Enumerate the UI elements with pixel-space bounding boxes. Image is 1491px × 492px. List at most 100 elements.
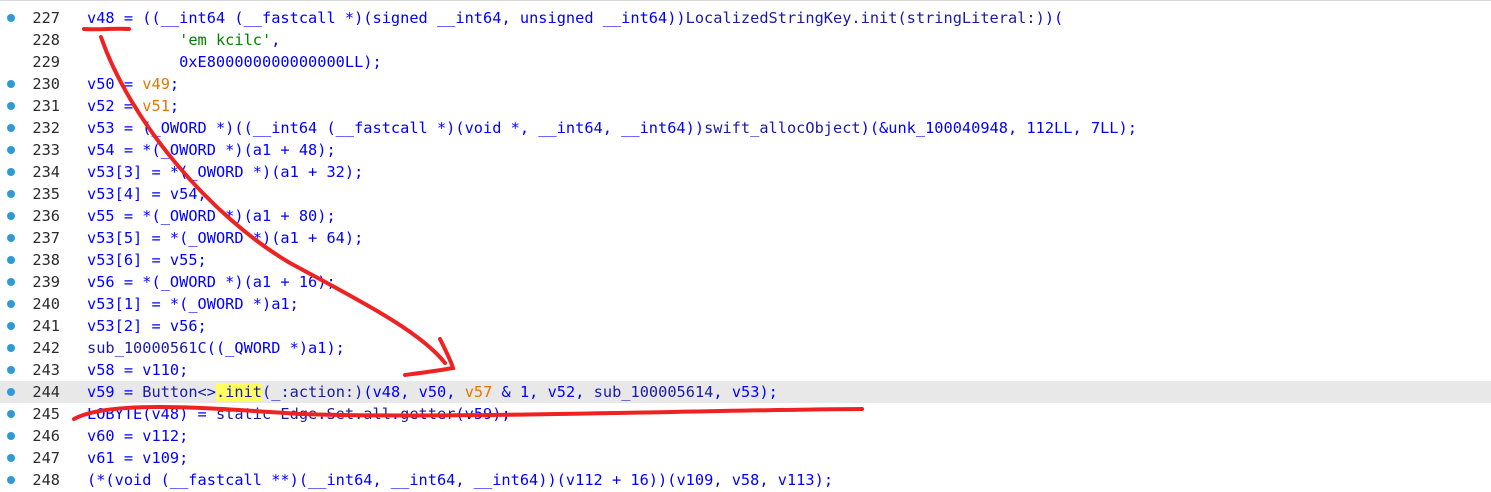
code-token: v50 — [87, 75, 115, 93]
code-token: ); — [326, 339, 345, 357]
code-token: v48 — [87, 9, 115, 27]
code-line[interactable]: 239 v56 = *(_OWORD *)(a1 + 16); — [0, 271, 1491, 293]
code-line[interactable]: 247 v61 = v109; — [0, 447, 1491, 469]
code-line[interactable]: 248 (*(void (__fastcall **)(__int64, __in… — [0, 469, 1491, 491]
code-text[interactable]: v58 = v110; — [87, 359, 188, 381]
code-token: v60 — [87, 427, 115, 445]
line-number: 247 — [32, 449, 60, 467]
breakpoint-dot-icon[interactable] — [7, 432, 15, 440]
code-token: + 64); — [298, 229, 364, 247]
code-line[interactable]: 229 0xE800000000000000LL); — [0, 51, 1491, 73]
line-number: 228 — [32, 31, 60, 49]
code-line[interactable]: 245 LOBYTE(v48) = static Edge.Set.all.get… — [0, 403, 1491, 425]
code-token: ; — [197, 317, 207, 335]
code-line[interactable]: 232 v53 = (_OWORD *)((__int64 (__fastcall… — [0, 117, 1491, 139]
breakpoint-dot-icon[interactable] — [7, 388, 15, 396]
line-number: 244 — [32, 383, 60, 401]
code-token: v53 — [87, 317, 115, 335]
line-number: 229 — [32, 53, 60, 71]
code-text[interactable]: v53[5] = *(_OWORD *)(a1 + 64); — [87, 227, 363, 249]
code-text[interactable]: v59 = Button<>.init(_:action:)(v48, v50,… — [87, 381, 778, 403]
code-line[interactable]: 240 v53[1] = *(_OWORD *)a1; — [0, 293, 1491, 315]
line-number: 239 — [32, 273, 60, 291]
code-token: a1 — [252, 141, 272, 159]
code-token: )(&unk_100040948, 112LL, 7LL); — [860, 119, 1137, 137]
code-line[interactable]: 231 v52 = v51; — [0, 95, 1491, 117]
code-text[interactable]: sub_10000561C((_QWORD *)a1); — [87, 337, 345, 359]
code-token: [3] = *(_OWORD *)( — [114, 163, 281, 181]
breakpoint-dot-icon[interactable] — [7, 14, 15, 22]
code-text[interactable]: v53[3] = *(_OWORD *)(a1 + 32); — [87, 161, 363, 183]
code-text[interactable]: v53[6] = v55; — [87, 249, 207, 271]
code-line[interactable]: 238 v53[6] = v55; — [0, 249, 1491, 271]
code-line[interactable]: 236 v55 = *(_OWORD *)(a1 + 80); — [0, 205, 1491, 227]
code-text[interactable]: v52 = v51; — [87, 95, 179, 117]
breakpoint-dot-icon[interactable] — [7, 344, 15, 352]
code-text[interactable]: v50 = v49; — [87, 73, 179, 95]
code-text[interactable]: v53[1] = *(_OWORD *)a1; — [87, 293, 299, 315]
code-line[interactable]: 227 v48 = ((__int64 (__fastcall *)(signed… — [0, 7, 1491, 29]
code-text[interactable]: v53 = (_OWORD *)((__int64 (__fastcall *)… — [87, 117, 1137, 139]
code-text[interactable]: 0xE800000000000000LL); — [87, 51, 382, 73]
code-token: , — [446, 383, 465, 401]
code-text[interactable]: v60 = v112; — [87, 425, 188, 447]
code-text[interactable]: v56 = *(_OWORD *)(a1 + 16); — [87, 271, 336, 293]
code-token: LocalizedStringKey.init(stringLiteral:) — [685, 9, 1045, 27]
code-text[interactable]: v54 = *(_OWORD *)(a1 + 48); — [87, 139, 336, 161]
code-line[interactable]: 246 v60 = v112; — [0, 425, 1491, 447]
code-text[interactable]: v53[4] = v54; — [87, 183, 207, 205]
line-number: 240 — [32, 295, 60, 313]
breakpoint-dot-icon[interactable] — [7, 410, 15, 418]
code-text[interactable]: v53[2] = v56; — [87, 315, 207, 337]
breakpoint-dot-icon[interactable] — [7, 102, 15, 110]
code-line[interactable]: 233 v54 = *(_OWORD *)(a1 + 48); — [0, 139, 1491, 161]
code-line[interactable]: 241 v53[2] = v56; — [0, 315, 1491, 337]
breakpoint-dot-icon[interactable] — [7, 366, 15, 374]
code-text[interactable]: (*(void (__fastcall **)(__int64, __int64… — [87, 469, 833, 491]
breakpoint-dot-icon[interactable] — [7, 146, 15, 154]
line-number: 227 — [32, 9, 60, 27]
code-token: v54 — [87, 141, 115, 159]
breakpoint-dot-icon[interactable] — [7, 454, 15, 462]
code-text[interactable]: 'em kcilc', — [87, 29, 280, 51]
code-token: [6] = — [114, 251, 170, 269]
code-text[interactable]: v61 = v109; — [87, 447, 188, 469]
code-line[interactable]: 230 v50 = v49; — [0, 73, 1491, 95]
code-token: a1 — [271, 295, 290, 313]
breakpoint-dot-icon[interactable] — [7, 234, 15, 242]
code-token: = *(_OWORD *)( — [114, 273, 253, 291]
breakpoint-dot-icon[interactable] — [7, 300, 15, 308]
code-token: v59 — [87, 383, 115, 401]
code-token: v109 — [142, 449, 180, 467]
code-token: & 1, — [492, 383, 548, 401]
code-token: v112 — [565, 471, 603, 489]
code-text[interactable]: v48 = ((__int64 (__fastcall *)(signed __… — [87, 7, 1063, 29]
breakpoint-dot-icon[interactable] — [7, 124, 15, 132]
breakpoint-dot-icon[interactable] — [7, 190, 15, 198]
breakpoint-dot-icon[interactable] — [7, 168, 15, 176]
code-line[interactable]: 244 v59 = Button<>.init(_:action:)(v48, v… — [0, 381, 1491, 403]
code-token: , — [759, 471, 778, 489]
code-line[interactable]: 235 v53[4] = v54; — [0, 183, 1491, 205]
breakpoint-dot-icon[interactable] — [7, 80, 15, 88]
code-line[interactable]: 234 v53[3] = *(_OWORD *)(a1 + 32); — [0, 161, 1491, 183]
code-text[interactable]: v55 = *(_OWORD *)(a1 + 80); — [87, 205, 336, 227]
code-token: )( — [1044, 9, 1064, 27]
code-token: ); — [492, 405, 511, 423]
breakpoint-dot-icon[interactable] — [7, 212, 15, 220]
breakpoint-dot-icon[interactable] — [7, 476, 15, 484]
code-token: a1 — [280, 229, 299, 247]
breakpoint-dot-icon[interactable] — [7, 278, 15, 286]
code-token: , — [713, 471, 732, 489]
code-token: swift_allocObject — [704, 119, 861, 137]
code-token: ; — [179, 361, 189, 379]
breakpoint-dot-icon[interactable] — [7, 322, 15, 330]
code-line[interactable]: 237 v53[5] = *(_OWORD *)(a1 + 64); — [0, 227, 1491, 249]
code-text[interactable]: LOBYTE(v48) = static Edge.Set.all.getter… — [87, 403, 511, 425]
code-line[interactable]: 242 sub_10000561C((_QWORD *)a1); — [0, 337, 1491, 359]
code-token: a1 — [252, 207, 272, 225]
breakpoint-dot-icon[interactable] — [7, 256, 15, 264]
code-line[interactable]: 243 v58 = v110; — [0, 359, 1491, 381]
pseudocode-view[interactable]: 227 v48 = ((__int64 (__fastcall *)(signed… — [0, 0, 1491, 492]
code-line[interactable]: 228 'em kcilc', — [0, 29, 1491, 51]
